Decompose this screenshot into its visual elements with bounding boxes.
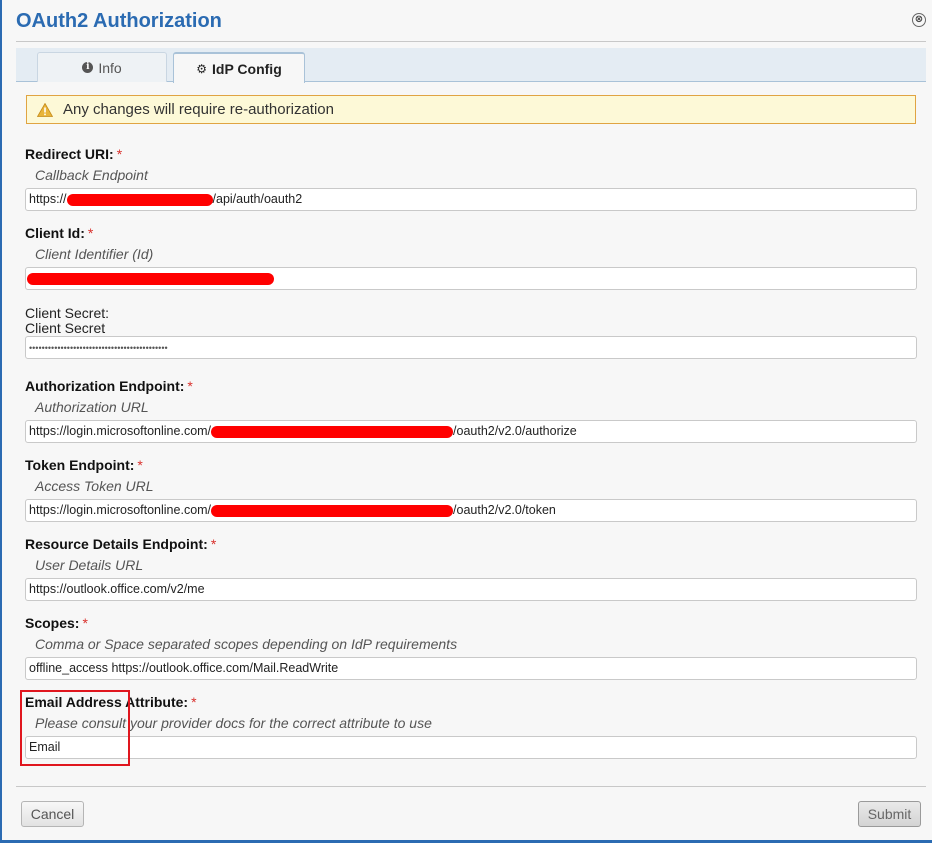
authorization-endpoint-label-text: Authorization Endpoint: xyxy=(25,378,185,394)
email-attribute-input[interactable]: Email xyxy=(25,736,917,759)
cancel-button[interactable]: Cancel xyxy=(21,801,84,827)
oauth2-dialog: OAuth2 Authorization ⊗ i Info ⚙ IdP Conf… xyxy=(0,0,932,843)
redacted-block xyxy=(27,272,274,285)
token-endpoint-suffix: /oauth2/v2.0/token xyxy=(453,503,556,517)
tab-info-label: Info xyxy=(98,59,122,76)
token-endpoint-label: Token Endpoint: * xyxy=(25,457,143,473)
footer-divider xyxy=(16,786,926,787)
redacted-block xyxy=(66,193,213,206)
authorization-endpoint-suffix: /oauth2/v2.0/authorize xyxy=(453,424,577,438)
redacted-block xyxy=(211,425,454,438)
client-secret-help: Client Secret xyxy=(25,320,106,336)
warning-banner: Any changes will require re-authorizatio… xyxy=(26,95,916,124)
required-marker: * xyxy=(116,146,123,162)
token-endpoint-label-text: Token Endpoint: xyxy=(25,457,135,473)
client-id-help: Client Identifier (Id) xyxy=(35,246,154,262)
client-id-label: Client Id: * xyxy=(25,225,93,241)
tab-bar: i Info ⚙ IdP Config xyxy=(16,48,926,83)
token-endpoint-prefix: https://login.microsoftonline.com/ xyxy=(29,503,212,517)
gear-icon: ⚙ xyxy=(196,61,208,76)
tab-idp-config[interactable]: ⚙ IdP Config xyxy=(173,52,305,83)
dialog-title: OAuth2 Authorization xyxy=(16,10,222,32)
client-secret-value: ••••••••••••••••••••••••••••••••••••••••… xyxy=(29,343,168,353)
redacted-block xyxy=(211,504,454,517)
warning-text: Any changes will require re-authorizatio… xyxy=(63,101,334,118)
required-marker: * xyxy=(137,457,143,473)
client-secret-label: Client Secret: xyxy=(25,305,110,321)
dialog-header: OAuth2 Authorization ⊗ xyxy=(16,0,926,42)
redirect-uri-input[interactable]: https:// /api/auth/oauth2 xyxy=(25,188,917,211)
scopes-input[interactable]: offline_access https://outlook.office.co… xyxy=(25,657,917,680)
client-secret-input[interactable]: ••••••••••••••••••••••••••••••••••••••••… xyxy=(25,336,917,359)
warning-triangle-icon xyxy=(37,102,53,117)
required-marker: * xyxy=(87,225,94,241)
resource-details-input[interactable]: https://outlook.office.com/v2/me xyxy=(25,578,917,601)
authorization-endpoint-input[interactable]: https://login.microsoftonline.com/ /oauth… xyxy=(25,420,917,443)
authorization-endpoint-help: Authorization URL xyxy=(35,399,149,415)
info-circle-icon: i xyxy=(82,62,94,73)
resource-details-label: Resource Details Endpoint: * xyxy=(25,536,216,552)
resource-details-help: User Details URL xyxy=(35,557,144,573)
tab-idp-config-label: IdP Config xyxy=(212,60,282,77)
token-endpoint-help: Access Token URL xyxy=(35,478,154,494)
required-marker: * xyxy=(187,378,193,394)
required-marker: * xyxy=(82,615,88,631)
scopes-label: Scopes: * xyxy=(25,615,88,631)
token-endpoint-input[interactable]: https://login.microsoftonline.com/ /oauth… xyxy=(25,499,917,522)
close-icon[interactable]: ⊗ xyxy=(912,13,926,27)
submit-button[interactable]: Submit xyxy=(858,801,921,827)
scopes-help: Comma or Space separated scopes dependin… xyxy=(35,636,458,652)
resource-details-label-text: Resource Details Endpoint: xyxy=(25,536,208,552)
client-id-input[interactable] xyxy=(25,267,917,290)
required-marker: * xyxy=(191,694,197,710)
client-id-label-text: Client Id: xyxy=(25,225,85,241)
redirect-uri-label: Redirect URI: * xyxy=(25,146,122,162)
redirect-uri-label-text: Redirect URI: xyxy=(25,146,114,162)
authorization-endpoint-label: Authorization Endpoint: * xyxy=(25,378,193,394)
redirect-uri-suffix: /api/auth/oauth2 xyxy=(212,192,303,206)
required-marker: * xyxy=(210,536,217,552)
tab-info[interactable]: i Info xyxy=(37,52,167,82)
scopes-label-text: Scopes: xyxy=(25,615,80,631)
redirect-uri-prefix: https:// xyxy=(29,192,67,206)
authorization-endpoint-prefix: https://login.microsoftonline.com/ xyxy=(29,424,212,438)
redirect-uri-help: Callback Endpoint xyxy=(35,167,148,183)
highlight-annotation xyxy=(20,690,130,766)
